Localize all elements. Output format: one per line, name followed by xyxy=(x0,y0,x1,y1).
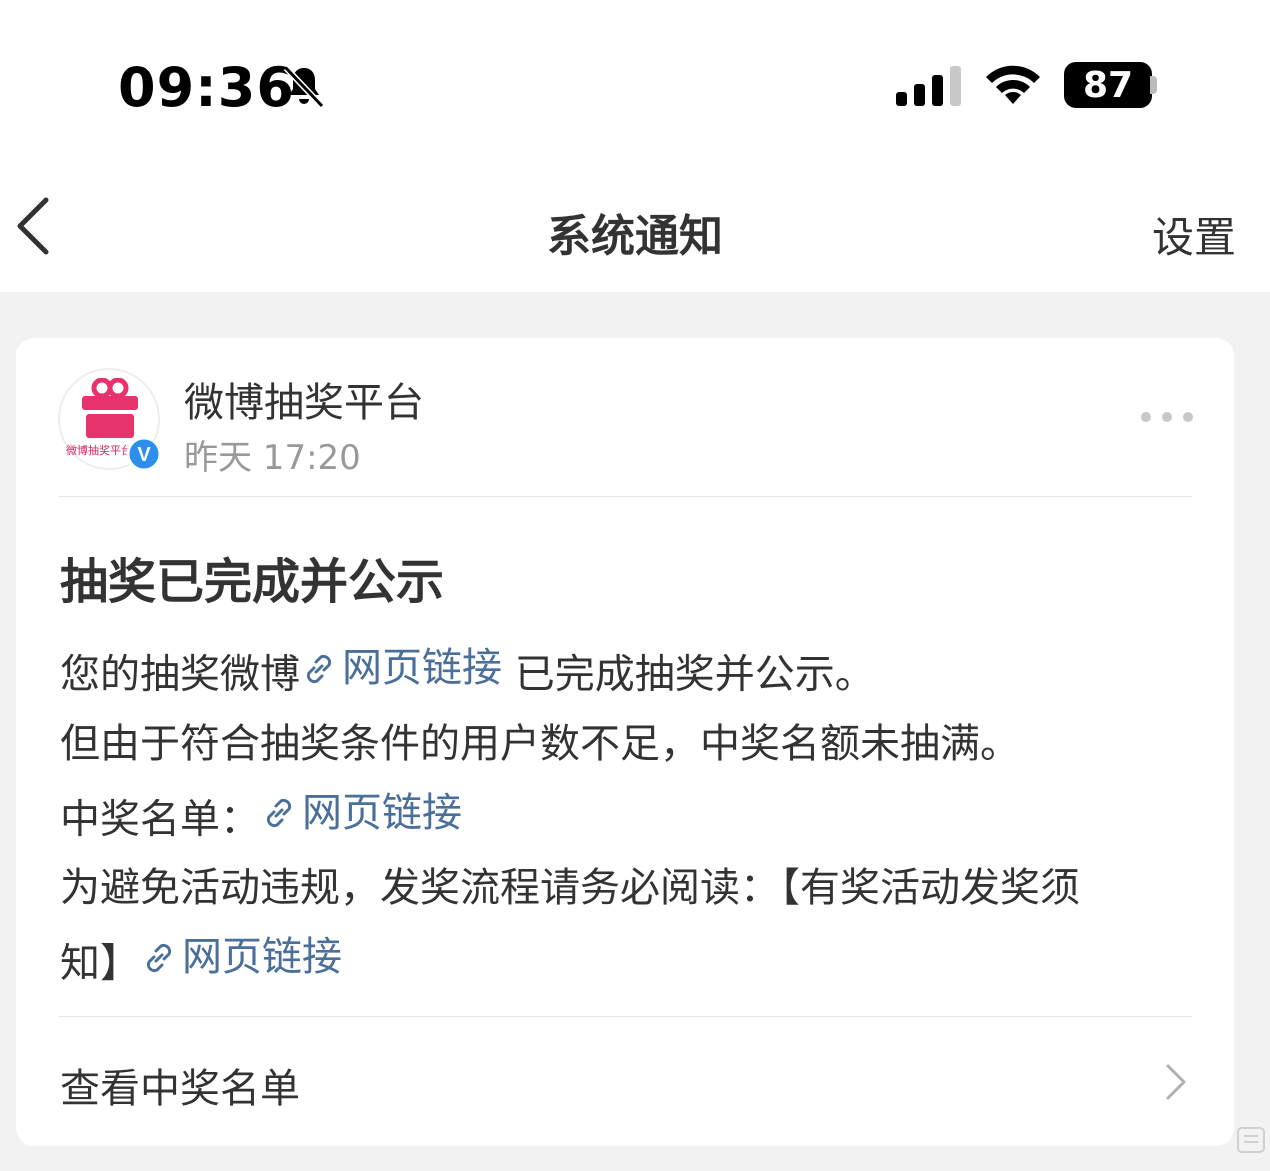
divider xyxy=(58,496,1192,497)
body-line: 您的抽奖微博 网页链接 已完成抽奖并公示。 xyxy=(60,634,1200,710)
body-line: 但由于符合抽奖条件的用户数不足，中奖名额未抽满。 xyxy=(60,710,1200,779)
body-text: 已完成抽奖并公示。 xyxy=(502,651,875,698)
bell-slash-icon xyxy=(283,65,325,109)
body-line: 中奖名单： 网页链接 xyxy=(60,779,1200,855)
chevron-right-icon[interactable] xyxy=(1164,1062,1188,1102)
winners-link[interactable]: 网页链接 xyxy=(260,779,462,848)
rules-link[interactable]: 网页链接 xyxy=(140,923,342,992)
web-link-label: 网页链接 xyxy=(302,789,462,836)
link-icon xyxy=(146,943,172,972)
list-icon xyxy=(1237,1127,1265,1153)
settings-button[interactable]: 设置 xyxy=(1152,204,1236,265)
page-title: 系统通知 xyxy=(547,211,723,262)
battery-cap xyxy=(1150,76,1157,94)
body-text: 中奖名单： xyxy=(60,796,260,842)
web-link[interactable]: 网页链接 xyxy=(300,634,502,703)
verified-badge-icon: V xyxy=(126,436,162,472)
link-icon xyxy=(306,654,332,683)
message-body: 您的抽奖微博 网页链接 已完成抽奖并公示。 但由于符合抽奖条件的用户数不足，中奖名… xyxy=(60,634,1200,999)
verified-badge-label: V xyxy=(137,444,151,466)
view-winners-button[interactable]: 查看中奖名单 xyxy=(60,1056,300,1114)
status-bar: 09:36 87 xyxy=(0,0,1270,150)
more-icon[interactable] xyxy=(1140,410,1194,424)
body-text: 但由于符合抽奖条件的用户数不足，中奖名额未抽满。 xyxy=(60,720,1020,767)
body-text: 知】 xyxy=(60,940,140,987)
body-line: 知】 网页链接 xyxy=(60,923,1200,999)
message-title: 抽奖已完成并公示 xyxy=(60,554,445,610)
body-text: 为避免活动违规，发奖流程请务必阅读：【有奖活动发奖须 xyxy=(60,865,1080,911)
sender-time: 昨天 17:20 xyxy=(184,438,361,478)
body-text: 您的抽奖微博 xyxy=(60,651,300,698)
signal-icon xyxy=(896,66,961,106)
status-time: 09:36 xyxy=(118,56,295,119)
sender-name[interactable]: 微博抽奖平台 xyxy=(184,370,424,428)
gift-icon xyxy=(80,378,140,438)
body-line: 为避免活动违规，发奖流程请务必阅读：【有奖活动发奖须 xyxy=(60,854,1200,923)
web-link-label: 网页链接 xyxy=(342,645,502,691)
nav-bar: 系统通知 设置 xyxy=(0,150,1270,292)
notification-card: 微博抽奖平台 微博抽奖平台 昨天 17:20 抽奖已完成并公示 您的抽奖微博 网页… xyxy=(16,338,1234,1146)
battery-level: 87 xyxy=(1082,64,1134,106)
battery-icon: 87 xyxy=(1064,62,1152,108)
web-link-label: 网页链接 xyxy=(182,934,342,980)
wifi-icon xyxy=(986,65,1040,104)
divider xyxy=(58,1016,1192,1017)
link-icon xyxy=(266,798,292,828)
